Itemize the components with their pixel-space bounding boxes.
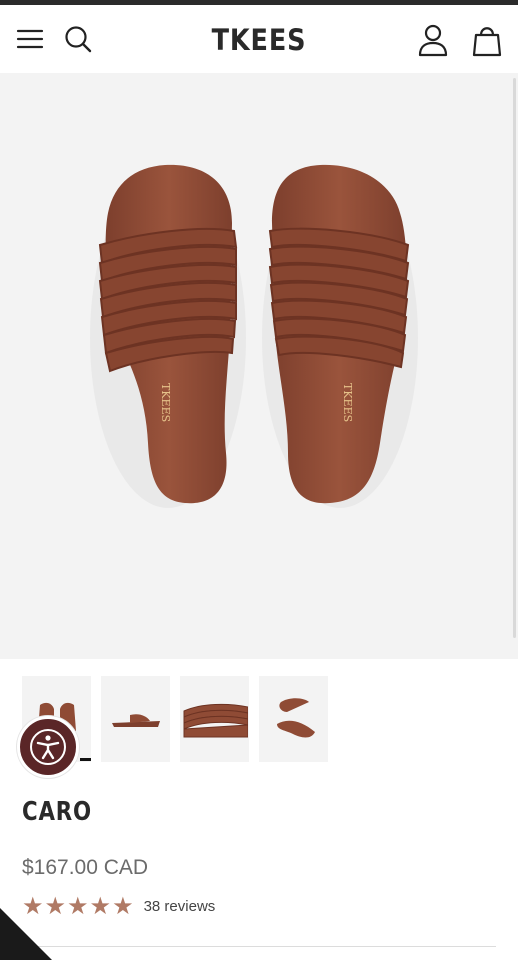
corner-widget[interactable] (0, 908, 52, 960)
thumbnail-2[interactable] (101, 676, 170, 762)
reviews-link[interactable]: 38 reviews (144, 898, 216, 915)
star-icon: ★ (89, 892, 112, 920)
product-title: CARO (22, 797, 92, 827)
active-thumbnail-indicator (80, 758, 91, 761)
thumbnail-3[interactable] (180, 676, 249, 762)
bag-icon[interactable] (470, 21, 504, 59)
svg-text:TKEES: TKEES (159, 383, 172, 422)
accessibility-button[interactable] (17, 716, 79, 778)
product-main-image[interactable]: TKEES TKEES (0, 73, 518, 659)
site-header: TKEES (0, 5, 518, 73)
star-icon: ★ (67, 892, 89, 920)
left-sandal: TKEES (90, 164, 246, 508)
section-divider (22, 946, 496, 947)
star-icon: ★ (112, 892, 134, 920)
accessibility-icon (30, 729, 66, 765)
right-sandal: TKEES (262, 164, 418, 508)
thumbnail-4[interactable] (259, 676, 328, 762)
account-icon[interactable] (415, 21, 451, 59)
page-scrollbar[interactable] (513, 78, 516, 638)
product-price: $167.00 CAD (22, 856, 149, 879)
svg-text:TKEES: TKEES (341, 383, 354, 422)
